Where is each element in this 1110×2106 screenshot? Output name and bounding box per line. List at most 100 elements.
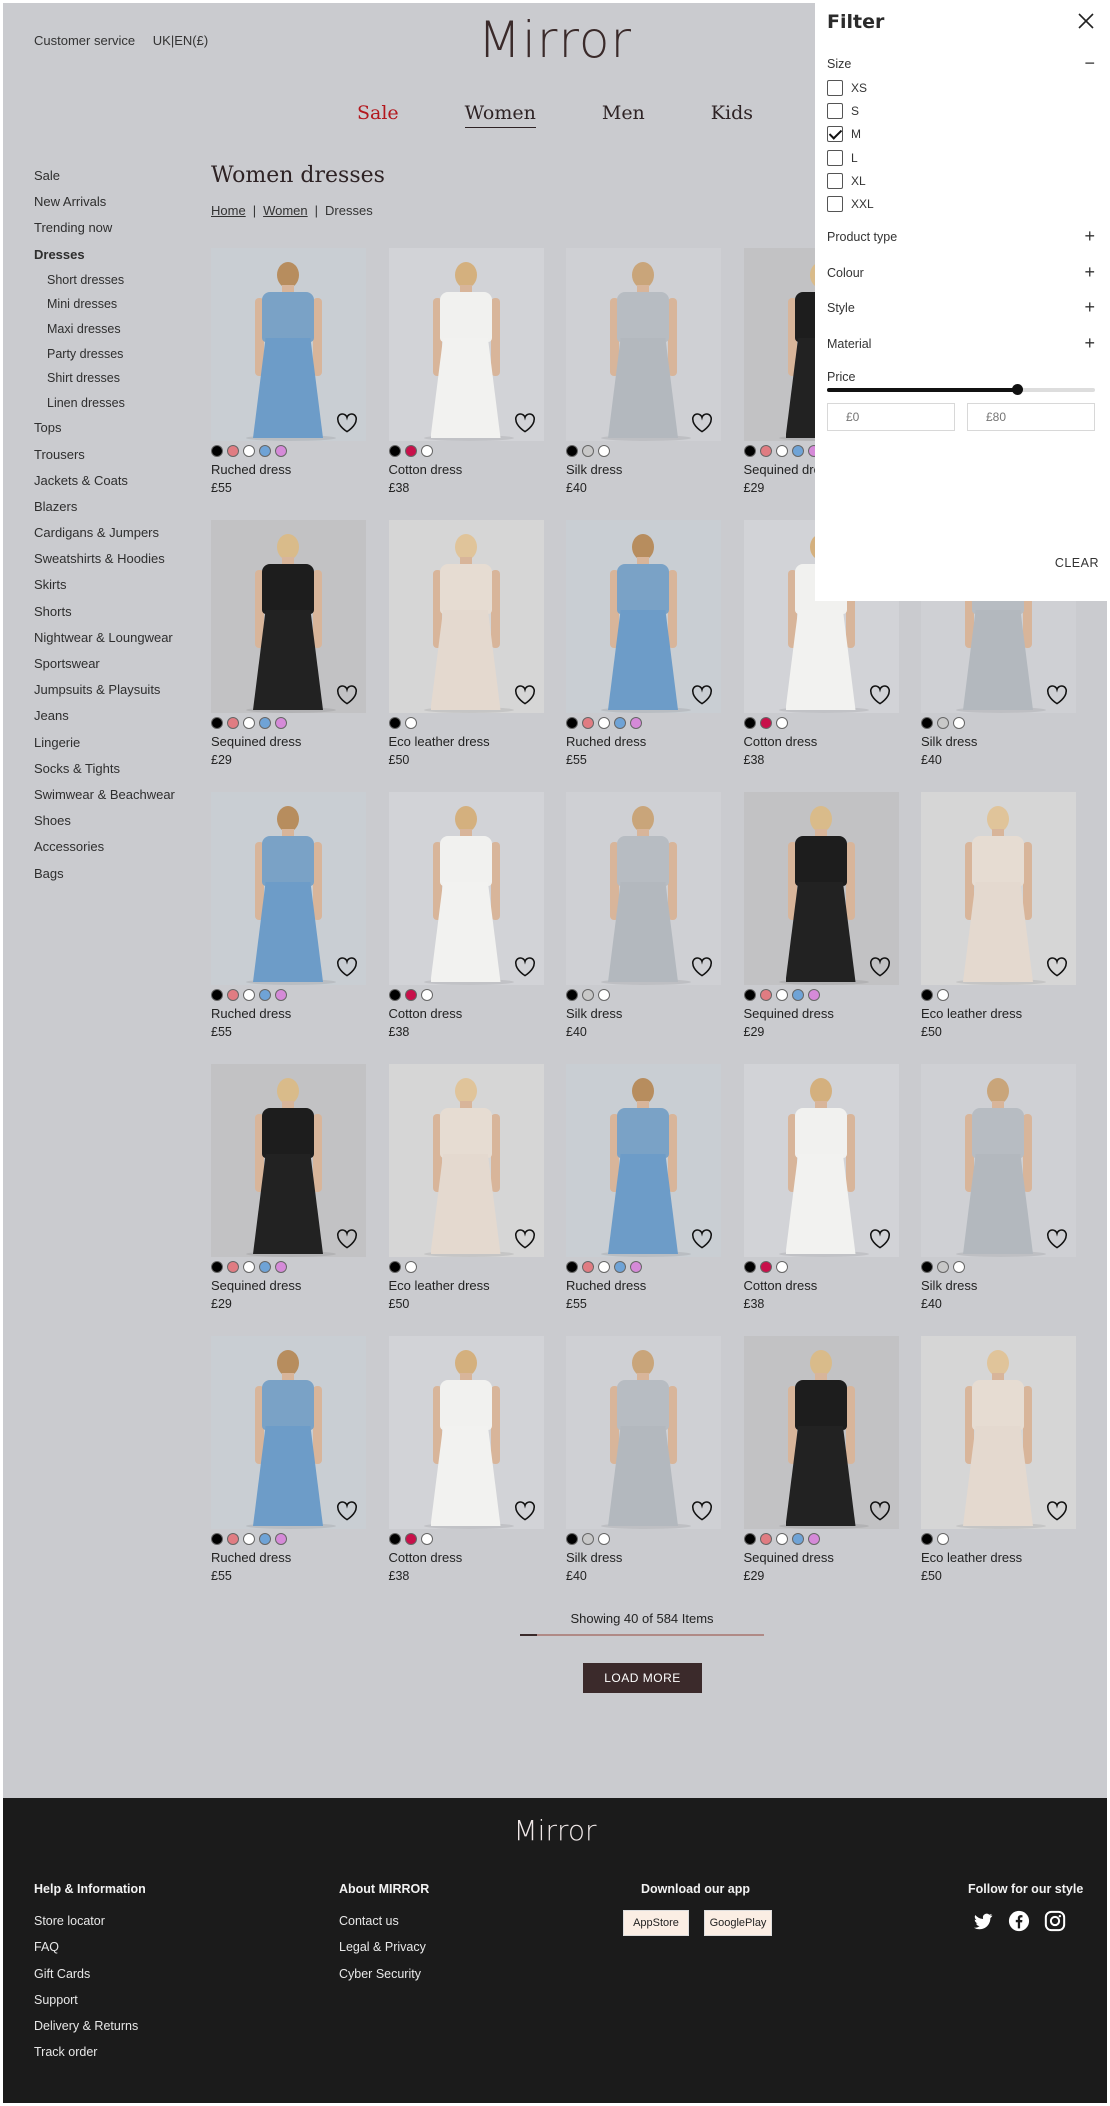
product-card[interactable]: Ruched dress £55 xyxy=(566,1064,721,1311)
color-swatch[interactable] xyxy=(759,989,772,1001)
nav-women[interactable]: Women xyxy=(464,102,536,128)
color-swatch[interactable] xyxy=(743,445,756,457)
clear-filters-button[interactable]: CLEAR xyxy=(1055,556,1099,570)
sidebar-item-jeans[interactable]: Jeans xyxy=(34,703,175,729)
color-swatch[interactable] xyxy=(420,989,433,1001)
sidebar-item-jackets-and-coats[interactable]: Jackets & Coats xyxy=(34,468,175,494)
product-name[interactable]: Cotton dress xyxy=(389,462,544,477)
heart-icon[interactable] xyxy=(514,413,536,433)
color-swatch[interactable] xyxy=(743,717,756,729)
product-card[interactable]: Silk dress £40 xyxy=(566,792,721,1039)
product-image[interactable] xyxy=(921,792,1076,985)
color-swatch[interactable] xyxy=(582,1261,594,1273)
color-swatch[interactable] xyxy=(275,445,287,457)
product-name[interactable]: Silk dress xyxy=(921,734,1076,749)
product-name[interactable]: Sequined dress xyxy=(211,734,366,749)
color-swatch[interactable] xyxy=(566,445,578,457)
sidebar-item-party-dresses[interactable]: Party dresses xyxy=(34,342,175,367)
facebook-icon[interactable] xyxy=(1008,1910,1030,1932)
heart-icon[interactable] xyxy=(336,413,358,433)
product-image[interactable] xyxy=(211,1064,366,1257)
product-image[interactable] xyxy=(388,248,544,441)
color-swatch[interactable] xyxy=(211,1533,223,1545)
product-name[interactable]: Silk dress xyxy=(566,1550,721,1565)
checkbox[interactable] xyxy=(827,103,843,120)
sidebar-item-dresses[interactable]: Dresses xyxy=(34,242,175,268)
sidebar-item-cardigans-and-jumpers[interactable]: Cardigans & Jumpers xyxy=(34,520,175,546)
product-card[interactable]: Eco leather dress £50 xyxy=(388,1064,544,1311)
product-image[interactable] xyxy=(211,1336,366,1529)
product-name[interactable]: Eco leather dress xyxy=(389,1278,544,1293)
product-card[interactable]: Eco leather dress £50 xyxy=(388,520,544,767)
footer-link-support[interactable]: Support xyxy=(34,1993,146,2007)
product-name[interactable]: Cotton dress xyxy=(389,1550,544,1565)
checkbox[interactable] xyxy=(827,80,843,96)
color-swatch[interactable] xyxy=(598,989,610,1001)
checkbox[interactable] xyxy=(827,196,843,212)
color-swatch[interactable] xyxy=(259,445,271,457)
color-swatch[interactable] xyxy=(921,989,933,1001)
product-name[interactable]: Sequined dress xyxy=(744,1006,899,1021)
heart-icon[interactable] xyxy=(1046,1501,1068,1521)
color-swatch[interactable] xyxy=(791,445,804,457)
product-card[interactable]: Cotton dress £38 xyxy=(388,248,544,495)
color-swatch[interactable] xyxy=(259,717,271,729)
color-swatch[interactable] xyxy=(243,1533,255,1545)
color-swatch[interactable] xyxy=(775,989,788,1001)
product-image[interactable] xyxy=(566,1064,721,1257)
product-name[interactable]: Cotton dress xyxy=(744,1278,899,1293)
product-card[interactable]: Cotton dress £38 xyxy=(743,1064,899,1311)
color-swatch[interactable] xyxy=(921,717,933,729)
close-icon[interactable] xyxy=(1077,12,1095,30)
color-swatch[interactable] xyxy=(759,1533,772,1545)
color-swatch[interactable] xyxy=(259,1533,271,1545)
color-swatch[interactable] xyxy=(566,1533,578,1545)
color-swatch[interactable] xyxy=(211,717,223,729)
size-option-xs[interactable]: XS xyxy=(827,80,867,96)
sidebar-item-trending-now[interactable]: Trending now xyxy=(34,215,175,241)
color-swatch[interactable] xyxy=(582,1533,594,1545)
product-name[interactable]: Ruched dress xyxy=(211,462,366,477)
size-option-m[interactable]: M xyxy=(827,126,861,143)
price-slider[interactable] xyxy=(827,384,1095,395)
product-image[interactable] xyxy=(211,520,366,713)
sidebar-item-swimwear-and-beachwear[interactable]: Swimwear & Beachwear xyxy=(34,782,175,808)
heart-icon[interactable] xyxy=(514,685,536,705)
heart-icon[interactable] xyxy=(869,1229,891,1249)
color-swatch[interactable] xyxy=(227,1261,239,1273)
product-card[interactable]: Eco leather dress £50 xyxy=(921,792,1076,1039)
color-swatch[interactable] xyxy=(404,989,417,1001)
color-swatch[interactable] xyxy=(953,717,965,729)
color-swatch[interactable] xyxy=(775,1533,788,1545)
nav-kids[interactable]: Kids xyxy=(711,102,753,128)
color-swatch[interactable] xyxy=(775,717,788,729)
twitter-icon[interactable] xyxy=(972,1910,994,1932)
color-swatch[interactable] xyxy=(791,989,804,1001)
heart-icon[interactable] xyxy=(336,685,358,705)
instagram-icon[interactable] xyxy=(1044,1910,1066,1932)
sidebar-item-trousers[interactable]: Trousers xyxy=(34,442,175,468)
breadcrumb-home[interactable]: Home xyxy=(211,203,246,218)
product-card[interactable]: Silk dress £40 xyxy=(566,1336,721,1583)
sidebar-item-tops[interactable]: Tops xyxy=(34,415,175,441)
color-swatch[interactable] xyxy=(566,717,578,729)
sidebar-item-skirts[interactable]: Skirts xyxy=(34,572,175,598)
heart-icon[interactable] xyxy=(869,685,891,705)
size-option-s[interactable]: S xyxy=(827,103,859,120)
product-image[interactable] xyxy=(566,248,721,441)
color-swatch[interactable] xyxy=(243,717,255,729)
product-card[interactable]: Sequined dress £29 xyxy=(211,520,366,767)
color-swatch[interactable] xyxy=(275,1533,287,1545)
product-card[interactable]: Silk dress £40 xyxy=(566,248,721,495)
sidebar-item-shirt-dresses[interactable]: Shirt dresses xyxy=(34,366,175,391)
footer-link-delivery-and-returns[interactable]: Delivery & Returns xyxy=(34,2019,146,2033)
heart-icon[interactable] xyxy=(1046,1229,1068,1249)
product-card[interactable]: Ruched dress £55 xyxy=(211,792,366,1039)
product-card[interactable]: Cotton dress £38 xyxy=(388,792,544,1039)
minus-icon[interactable]: − xyxy=(1084,54,1095,72)
breadcrumb-women[interactable]: Women xyxy=(263,203,308,218)
product-name[interactable]: Sequined dress xyxy=(211,1278,366,1293)
product-image[interactable] xyxy=(566,792,721,985)
color-swatch[interactable] xyxy=(404,1533,417,1545)
product-card[interactable]: Ruched dress £55 xyxy=(566,520,721,767)
